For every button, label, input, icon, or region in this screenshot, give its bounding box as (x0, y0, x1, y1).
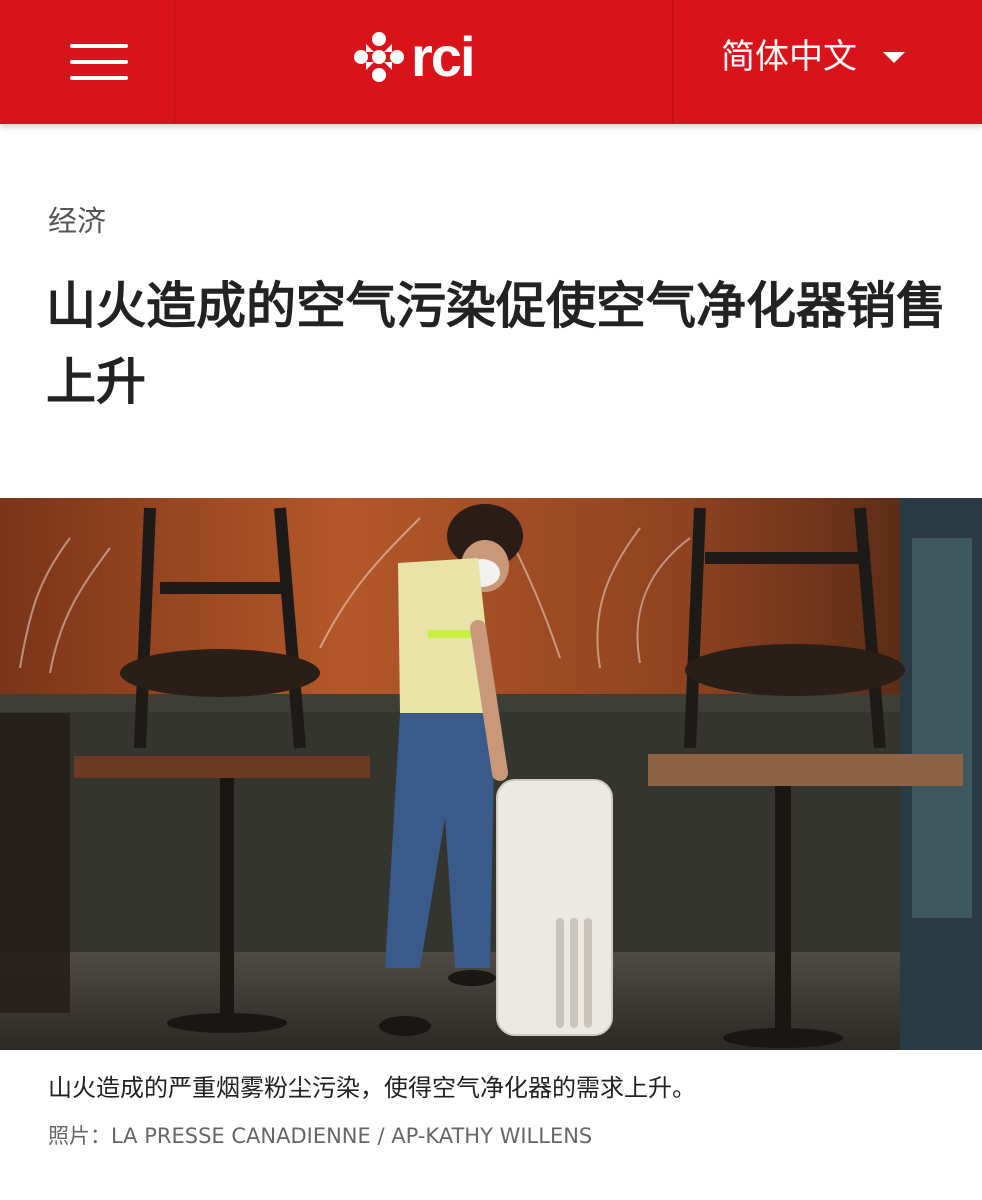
cbc-gem-icon (354, 32, 404, 82)
hamburger-menu-icon[interactable] (70, 42, 128, 82)
language-label: 简体中文 (721, 37, 857, 77)
menu-cell (0, 0, 175, 124)
article-title: 山火造成的空气污染促使空气净化器销售上升 (46, 277, 946, 411)
rci-logo[interactable]: rci (353, 22, 503, 92)
site-header: rci 简体中文 (0, 0, 982, 124)
photo-illustration (0, 498, 982, 1050)
photo-caption: 山火造成的严重烟雾粉尘污染，使得空气净化器的需求上升。 (48, 1074, 696, 1102)
photo-credit: 照片：LA PRESSE CANADIENNE / AP-KATHY WILLE… (48, 1124, 593, 1148)
language-cell: 简体中文 (673, 0, 982, 124)
logo-text: rci (411, 25, 475, 88)
language-selector[interactable]: 简体中文 (721, 40, 905, 74)
article-category-link[interactable]: 经济 (48, 198, 106, 240)
article-photo (0, 498, 982, 1050)
logo-cell: rci (175, 0, 673, 124)
caret-down-icon (883, 51, 905, 63)
